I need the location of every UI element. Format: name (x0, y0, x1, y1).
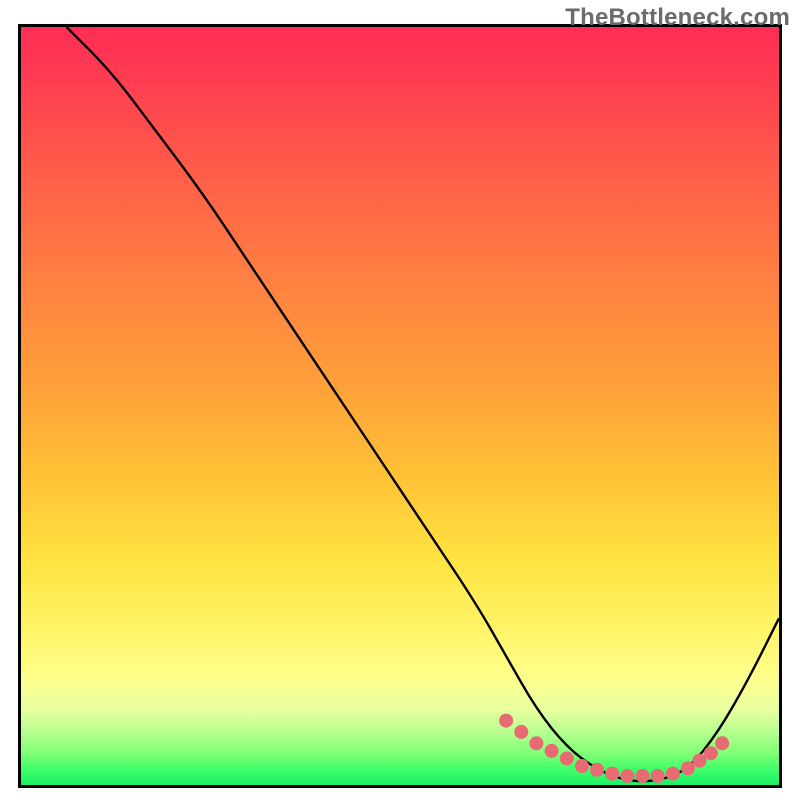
fit-marker-dot (590, 763, 604, 777)
fit-marker-dot (514, 725, 528, 739)
fit-marker-dot (499, 714, 513, 728)
chart-container: TheBottleneck.com (0, 0, 800, 800)
attribution-text: TheBottleneck.com (565, 4, 790, 32)
fit-marker-dot (704, 746, 718, 760)
fit-marker-dot (666, 767, 680, 781)
bottleneck-curve-path (67, 27, 780, 781)
fit-marker-dot (692, 754, 706, 768)
curve-layer (21, 27, 779, 785)
fit-marker-dot (715, 736, 729, 750)
fit-marker-dot (651, 769, 665, 783)
fit-marker-dots (499, 714, 729, 783)
fit-marker-dot (529, 736, 543, 750)
fit-marker-dot (636, 769, 650, 783)
fit-marker-dot (620, 769, 634, 783)
fit-marker-dot (560, 752, 574, 766)
fit-marker-dot (545, 744, 559, 758)
fit-marker-dot (681, 761, 695, 775)
plot-area (18, 24, 782, 788)
fit-marker-dot (605, 767, 619, 781)
fit-marker-dot (575, 759, 589, 773)
